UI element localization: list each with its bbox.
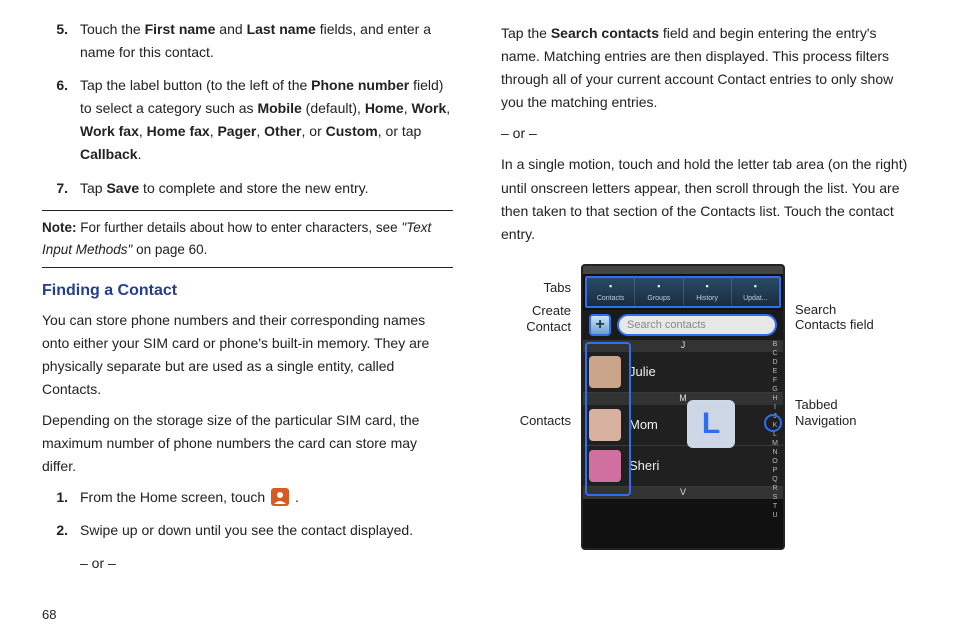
index-letter[interactable]: U xyxy=(769,511,781,520)
avatar xyxy=(589,356,621,388)
step-number: 7. xyxy=(42,177,68,200)
page-number: 68 xyxy=(42,607,56,622)
paragraph: Tap the Search contacts field and begin … xyxy=(501,22,912,114)
phone-tab[interactable]: ▪Groups xyxy=(635,278,683,306)
list-divider: M xyxy=(583,393,783,405)
index-letter[interactable]: F xyxy=(769,376,781,385)
avatar xyxy=(589,450,621,482)
or-separator: – or – xyxy=(501,122,912,145)
index-letter[interactable]: G xyxy=(769,385,781,394)
step-number: 2. xyxy=(42,519,68,542)
paragraph: You can store phone numbers and their co… xyxy=(42,309,453,401)
index-letter[interactable]: N xyxy=(769,448,781,457)
index-letter[interactable]: M xyxy=(769,439,781,448)
search-contacts-field[interactable]: Search contacts xyxy=(617,314,777,336)
substep-list: 1. From the Home screen, touch . 2. Swipe u… xyxy=(42,486,453,542)
rule xyxy=(42,267,453,268)
step-number: 1. xyxy=(42,486,68,509)
index-letter[interactable]: L xyxy=(769,430,781,439)
search-row: + Search contacts xyxy=(583,310,783,340)
label-contacts: Contacts xyxy=(501,413,571,429)
index-letter[interactable]: I xyxy=(769,403,781,412)
index-letter[interactable]: E xyxy=(769,367,781,376)
left-column: 5. Touch the First name and Last name fie… xyxy=(42,18,453,584)
step-body: Tap Save to complete and store the new e… xyxy=(80,177,453,200)
avatar xyxy=(589,409,621,441)
label-tabbed-navigation: Tabbed Navigation xyxy=(795,397,875,428)
index-letter[interactable]: T xyxy=(769,502,781,511)
index-letter[interactable]: K xyxy=(769,421,781,430)
phone-tabs[interactable]: ▪Contacts▪Groups▪History▪Updat... xyxy=(585,276,781,308)
index-letter[interactable]: Q xyxy=(769,475,781,484)
contact-name: Julie xyxy=(629,361,656,382)
paragraph: In a single motion, touch and hold the l… xyxy=(501,153,912,245)
step-number: 6. xyxy=(42,74,68,166)
contacts-figure: Tabs Create Contact Contacts ▪Contacts▪G… xyxy=(501,264,912,550)
rule xyxy=(42,210,453,211)
label-tabs: Tabs xyxy=(501,280,571,296)
step-body: Tap the label button (to the left of the… xyxy=(80,74,453,166)
note-body: For further details about how to enter c… xyxy=(42,220,431,257)
index-letter[interactable]: O xyxy=(769,457,781,466)
note-prefix: Note: xyxy=(42,220,77,235)
figure-left-labels: Tabs Create Contact Contacts xyxy=(501,264,571,428)
paragraph: Depending on the storage size of the par… xyxy=(42,409,453,478)
step-item: 6.Tap the label button (to the left of t… xyxy=(42,74,453,166)
step-item: 2. Swipe up or down until you see the con… xyxy=(42,519,453,542)
index-letter[interactable]: B xyxy=(769,340,781,349)
step-item: 7. Tap Save to complete and store the new… xyxy=(42,177,453,200)
note: Note: For further details about how to e… xyxy=(42,217,453,262)
letter-popup: L xyxy=(687,400,735,448)
step-body: Swipe up or down until you see the conta… xyxy=(80,519,453,542)
contact-name: Sheri xyxy=(629,455,659,476)
index-letter[interactable]: S xyxy=(769,493,781,502)
step-body: Touch the First name and Last name field… xyxy=(80,18,453,64)
index-letter[interactable]: J xyxy=(769,412,781,421)
list-divider: J xyxy=(583,340,783,352)
contacts-list[interactable]: J Julie M Mom Sheri V xyxy=(583,340,783,499)
status-bar xyxy=(583,266,783,274)
figure-right-labels: Search Contacts field Tabbed Navigation xyxy=(795,264,875,428)
phone-tab[interactable]: ▪History xyxy=(684,278,732,306)
contact-row[interactable]: Julie xyxy=(583,352,783,393)
label-create-contact: Create Contact xyxy=(501,303,571,334)
index-letter[interactable]: P xyxy=(769,466,781,475)
index-letter[interactable]: D xyxy=(769,358,781,367)
contact-row[interactable]: Mom xyxy=(583,405,783,446)
phone-tab[interactable]: ▪Updat... xyxy=(732,278,779,306)
index-letter[interactable]: R xyxy=(769,484,781,493)
step-item: 5. Touch the First name and Last name fie… xyxy=(42,18,453,64)
step-item: 1. From the Home screen, touch . xyxy=(42,486,453,509)
contacts-app-icon xyxy=(271,488,289,506)
contact-row[interactable]: Sheri xyxy=(583,446,783,487)
step-body: From the Home screen, touch . xyxy=(80,486,453,509)
alpha-index-strip[interactable]: BCDEFGHIJKLMNOPQRSTU xyxy=(769,340,781,520)
create-contact-button[interactable]: + xyxy=(589,314,611,336)
index-letter[interactable]: C xyxy=(769,349,781,358)
step-list: 5. Touch the First name and Last name fie… xyxy=(42,18,453,200)
step-number: 5. xyxy=(42,18,68,64)
list-divider: V xyxy=(583,487,783,499)
phone-tab[interactable]: ▪Contacts xyxy=(587,278,635,306)
label-search-field: Search Contacts field xyxy=(795,302,875,333)
index-letter[interactable]: H xyxy=(769,394,781,403)
phone-mock: ▪Contacts▪Groups▪History▪Updat... + Sear… xyxy=(581,264,785,550)
right-column: Tap the Search contacts field and begin … xyxy=(501,18,912,584)
contact-name: Mom xyxy=(629,414,658,435)
or-separator: – or – xyxy=(80,552,453,575)
section-heading: Finding a Contact xyxy=(42,278,453,304)
